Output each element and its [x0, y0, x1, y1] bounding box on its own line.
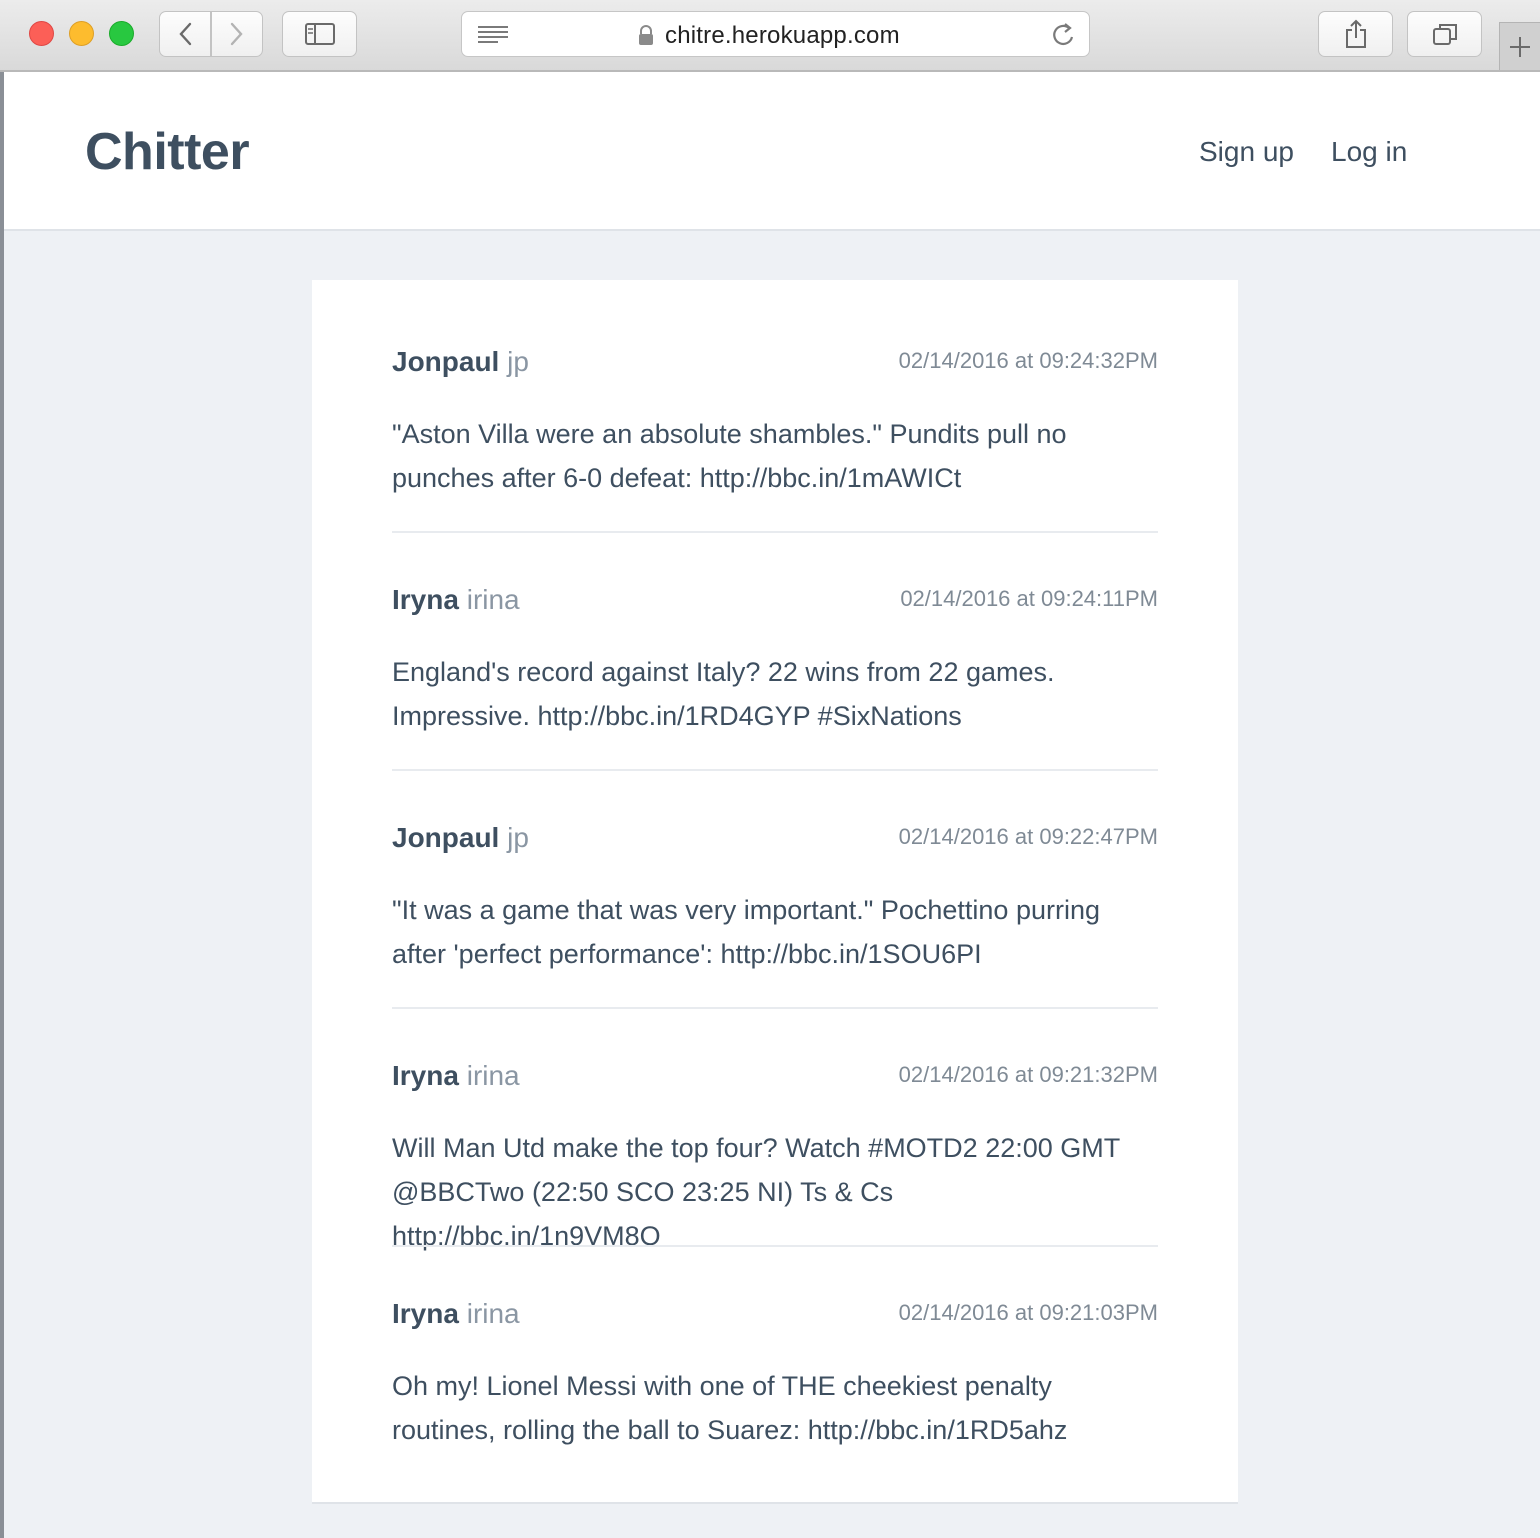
post-timestamp: 02/14/2016 at 09:21:32PM [898, 1062, 1158, 1087]
chevron-left-icon [179, 22, 192, 46]
sidebar-toggle-button[interactable] [282, 11, 357, 57]
back-button[interactable] [159, 11, 211, 57]
author-handle: jp [507, 822, 529, 853]
zoom-window-button[interactable] [109, 21, 134, 46]
post-text: Will Man Utd make the top four? Watch #M… [392, 1133, 1120, 1251]
peep-feed: Jonpaul jp 02/14/2016 at 09:24:32PM "Ast… [312, 280, 1238, 1504]
login-link[interactable]: Log in [1331, 136, 1407, 168]
reload-icon[interactable] [1051, 21, 1077, 49]
post-divider [392, 531, 1158, 533]
author-name: Jonpaul [392, 346, 500, 377]
site-header: Chitter Sign up Log in [4, 72, 1540, 231]
author-handle: irina [466, 1298, 520, 1329]
author-name: Iryna [392, 1298, 459, 1329]
post-text: "It was a game that was very important."… [392, 895, 1100, 969]
forward-button[interactable] [211, 11, 263, 57]
post-author: Iryna irina [392, 584, 520, 616]
post-author: Jonpaul jp [392, 822, 529, 854]
post: Jonpaul jp 02/14/2016 at 09:22:47PM "It … [392, 822, 1158, 976]
browser-toolbar: chitre.herokuapp.com [0, 0, 1540, 72]
post: Iryna irina 02/14/2016 at 09:21:03PM Oh … [392, 1298, 1158, 1452]
author-name: Jonpaul [392, 822, 500, 853]
chevron-right-icon [230, 22, 243, 46]
share-icon [1345, 19, 1366, 48]
close-window-button[interactable] [29, 21, 54, 46]
post-divider [392, 769, 1158, 771]
author-name: Iryna [392, 584, 459, 615]
author-handle: irina [466, 584, 520, 615]
post-text: Oh my! Lionel Messi with one of THE chee… [392, 1371, 1068, 1445]
url-text: chitre.herokuapp.com [665, 22, 900, 49]
new-tab-button[interactable] [1499, 22, 1540, 70]
post-timestamp: 02/14/2016 at 09:21:03PM [898, 1300, 1158, 1325]
sidebar-icon [304, 23, 335, 45]
post-author: Jonpaul jp [392, 346, 529, 378]
tab-overview-button[interactable] [1407, 11, 1482, 57]
post-divider [392, 1245, 1158, 1247]
post: Jonpaul jp 02/14/2016 at 09:24:32PM "Ast… [392, 346, 1158, 500]
post-timestamp: 02/14/2016 at 09:22:47PM [898, 824, 1158, 849]
post-author: Iryna irina [392, 1060, 520, 1092]
share-button[interactable] [1318, 11, 1393, 57]
site-logo[interactable]: Chitter [85, 122, 250, 182]
post-timestamp: 02/14/2016 at 09:24:11PM [900, 586, 1158, 611]
lock-icon [639, 25, 653, 45]
page: Chitter Sign up Log in Jonpaul jp 02/14/… [4, 72, 1540, 1538]
post-divider [392, 1007, 1158, 1009]
tabs-icon [1432, 24, 1457, 45]
signup-link[interactable]: Sign up [1199, 136, 1294, 168]
post-author: Iryna irina [392, 1298, 520, 1330]
post-timestamp: 02/14/2016 at 09:24:32PM [898, 348, 1158, 373]
post-text: "Aston Villa were an absolute shambles."… [392, 419, 1067, 493]
reader-icon[interactable] [478, 26, 508, 44]
minimize-window-button[interactable] [69, 21, 94, 46]
post-text: England's record against Italy? 22 wins … [392, 657, 1055, 731]
author-handle: irina [466, 1060, 520, 1091]
plus-icon [1510, 36, 1530, 57]
post: Iryna irina 02/14/2016 at 09:24:11PM Eng… [392, 584, 1158, 738]
author-name: Iryna [392, 1060, 459, 1091]
author-handle: jp [507, 346, 529, 377]
post: Iryna irina 02/14/2016 at 09:21:32PM Wil… [392, 1060, 1158, 1258]
address-bar[interactable]: chitre.herokuapp.com [461, 11, 1090, 57]
